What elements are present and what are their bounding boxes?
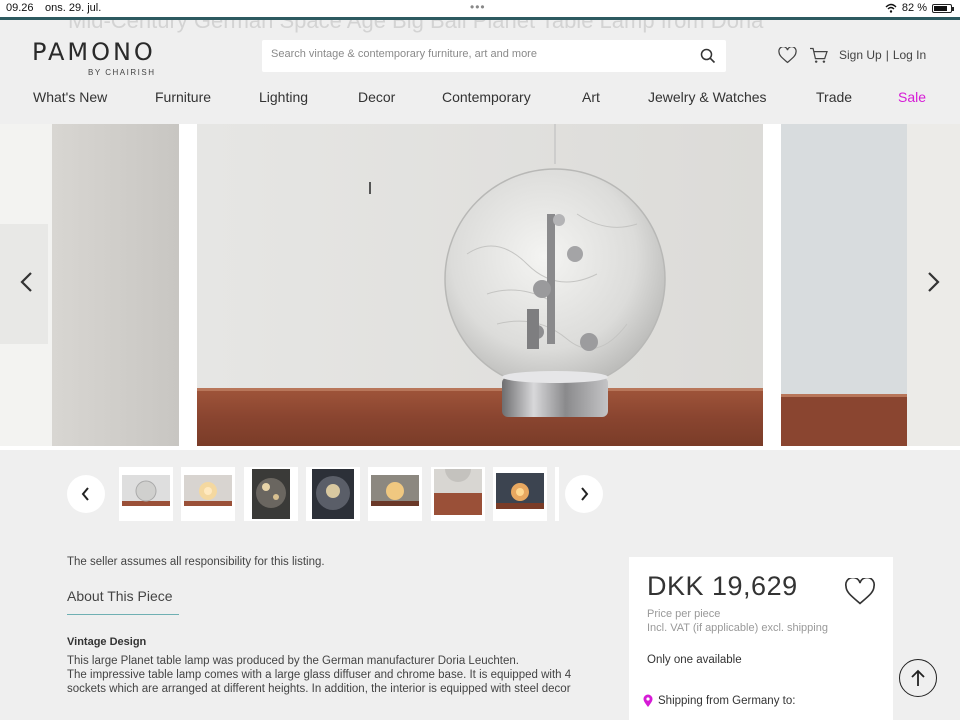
shipping-label: Shipping from Germany to: <box>658 695 796 707</box>
auth-separator: | <box>885 48 889 62</box>
nav-furniture[interactable]: Furniture <box>155 89 211 105</box>
sign-up-link[interactable]: Sign Up <box>839 48 882 62</box>
location-pin-icon <box>643 694 653 707</box>
favorite-heart-icon[interactable] <box>844 578 876 606</box>
nav-whats-new[interactable]: What's New <box>33 89 107 105</box>
multitask-dots[interactable]: ••• <box>470 0 486 14</box>
wifi-icon <box>885 3 897 13</box>
vat-note: Incl. VAT (if applicable) excl. shipping <box>647 622 828 634</box>
site-header: Mid-Century German Space Age Big Ball Pl… <box>0 20 960 124</box>
cart-icon[interactable] <box>809 47 828 64</box>
heart-icon[interactable] <box>778 47 797 64</box>
price-card: DKK 19,629 Price per piece Incl. VAT (if… <box>629 557 893 720</box>
section-title: Vintage Design <box>67 636 147 648</box>
log-in-link[interactable]: Log In <box>893 48 926 62</box>
gallery-prev-arrow[interactable] <box>18 271 36 293</box>
header-icons <box>778 47 828 64</box>
nav-contemporary[interactable]: Contemporary <box>442 89 531 105</box>
description-line: This large Planet table lamp was produce… <box>67 655 519 667</box>
about-tab[interactable]: About This Piece <box>67 588 173 604</box>
thumbnail-7[interactable] <box>493 467 547 521</box>
gallery-next-arrow[interactable] <box>924 271 942 293</box>
shipping-row[interactable]: Shipping from Germany to: <box>643 694 795 708</box>
image-gallery <box>0 124 960 450</box>
thumbnail-8-partial[interactable] <box>555 467 559 521</box>
battery-percent: 82 % <box>901 2 927 14</box>
nav-decor[interactable]: Decor <box>358 89 395 105</box>
scroll-to-top-button[interactable] <box>899 659 937 697</box>
thumbnails-prev-button[interactable] <box>67 475 105 513</box>
search-icon[interactable] <box>700 48 716 64</box>
about-tab-underline <box>67 614 179 615</box>
thumbnail-4[interactable] <box>306 467 360 521</box>
auth-links: Sign Up | Log In <box>839 48 926 62</box>
search-bar[interactable] <box>262 40 726 72</box>
price: DKK 19,629 <box>647 571 798 601</box>
chevron-left-icon <box>81 487 89 501</box>
status-date: ons. 29. jul. <box>45 2 102 14</box>
thumbnail-1[interactable] <box>119 467 173 521</box>
nav-trade[interactable]: Trade <box>816 89 852 105</box>
price-note: Price per piece <box>647 608 721 620</box>
nav-art[interactable]: Art <box>582 89 600 105</box>
description-line: The impressive table lamp comes with a l… <box>67 669 572 681</box>
availability: Only one available <box>647 654 742 666</box>
chevron-right-icon <box>581 487 589 501</box>
thumbnail-2[interactable] <box>181 467 235 521</box>
nav-lighting[interactable]: Lighting <box>259 89 308 105</box>
logo-subtitle: BY CHAIRISH <box>88 68 156 77</box>
battery-icon <box>932 3 954 13</box>
thumbnail-5[interactable] <box>368 467 422 521</box>
logo-wordmark: PAMONO <box>32 38 156 66</box>
arrow-up-icon <box>911 669 925 686</box>
search-input[interactable] <box>271 48 691 60</box>
thumbnails-next-button[interactable] <box>565 475 603 513</box>
status-time: 09.26 <box>6 2 34 14</box>
page-title-behind: Mid-Century German Space Age Big Ball Pl… <box>68 20 764 33</box>
status-bar: 09.26 ons. 29. jul. ••• 82 % <box>0 0 960 17</box>
thumbnail-6[interactable] <box>431 467 485 521</box>
nav-jewelry-watches[interactable]: Jewelry & Watches <box>648 89 767 105</box>
description-line: sockets which are arranged at different … <box>67 683 571 695</box>
status-right: 82 % <box>885 2 954 14</box>
planet-lamp-photo <box>197 124 763 446</box>
seller-notice: The seller assumes all responsibility fo… <box>67 556 325 568</box>
pamono-logo[interactable]: PAMONO BY CHAIRISH <box>32 38 156 77</box>
gallery-main-image[interactable] <box>197 124 763 446</box>
thumbnail-strip <box>0 450 960 540</box>
description-text: This large Planet table lamp was produce… <box>67 654 622 696</box>
main-nav: What's New Furniture Lighting Decor Cont… <box>0 89 960 109</box>
thumbnail-3[interactable] <box>244 467 298 521</box>
nav-sale[interactable]: Sale <box>898 89 926 105</box>
